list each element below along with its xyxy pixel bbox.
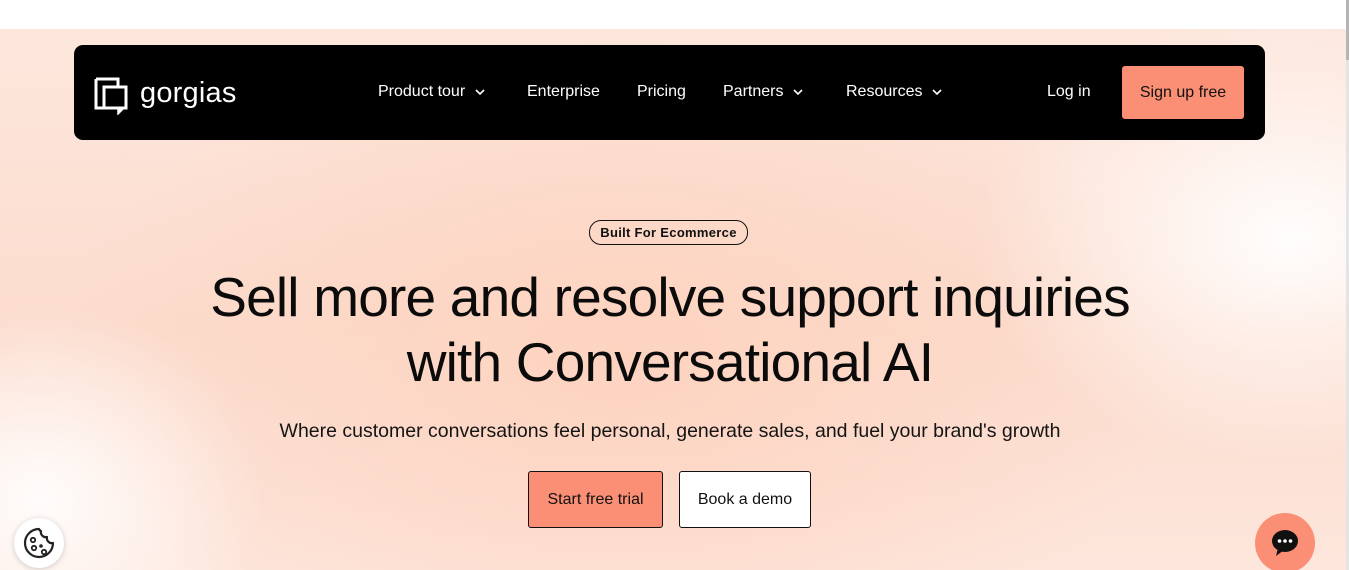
nav-item-label: Pricing (637, 83, 686, 100)
nav-item-resources[interactable]: Resources (846, 81, 943, 103)
hero-headline-line2: with Conversational AI (406, 331, 934, 393)
cookie-settings-button[interactable] (14, 518, 64, 568)
cookie-icon (23, 527, 55, 559)
nav-item-label: Enterprise (527, 83, 600, 100)
nav-item-label: Partners (723, 83, 784, 100)
nav-item-partners[interactable]: Partners (723, 81, 804, 103)
chevron-down-icon (475, 88, 485, 95)
gorgias-logo-icon (94, 77, 128, 115)
nav-item-product-tour[interactable]: Product tour (378, 81, 485, 103)
login-link[interactable]: Log in (1047, 81, 1091, 103)
chevron-down-icon (793, 88, 804, 95)
hero-badge: Built For Ecommerce (589, 220, 748, 245)
nav-item-label: Product tour (378, 83, 466, 100)
nav-item-enterprise[interactable]: Enterprise (527, 81, 600, 103)
signup-button[interactable]: Sign up free (1122, 66, 1244, 119)
book-demo-button[interactable]: Book a demo (679, 471, 811, 528)
chat-widget-button[interactable] (1255, 513, 1315, 570)
hero-headline: Sell more and resolve support inquiries … (120, 265, 1220, 395)
nav-item-label: Resources (846, 83, 923, 100)
logo-text: gorgias (140, 76, 237, 109)
start-free-trial-button[interactable]: Start free trial (528, 471, 663, 528)
page: gorgias Product tour Enterprise Pricing … (0, 0, 1349, 570)
top-strip (0, 0, 1349, 29)
chevron-down-icon (932, 88, 943, 95)
hero-headline-line1: Sell more and resolve support inquiries (210, 266, 1130, 328)
navbar: gorgias Product tour Enterprise Pricing … (74, 45, 1265, 140)
logo[interactable]: gorgias (94, 76, 237, 116)
hero-subheadline: Where customer conversations feel person… (279, 420, 1061, 442)
chat-bubble-icon (1272, 530, 1298, 556)
nav-item-pricing[interactable]: Pricing (637, 81, 686, 103)
